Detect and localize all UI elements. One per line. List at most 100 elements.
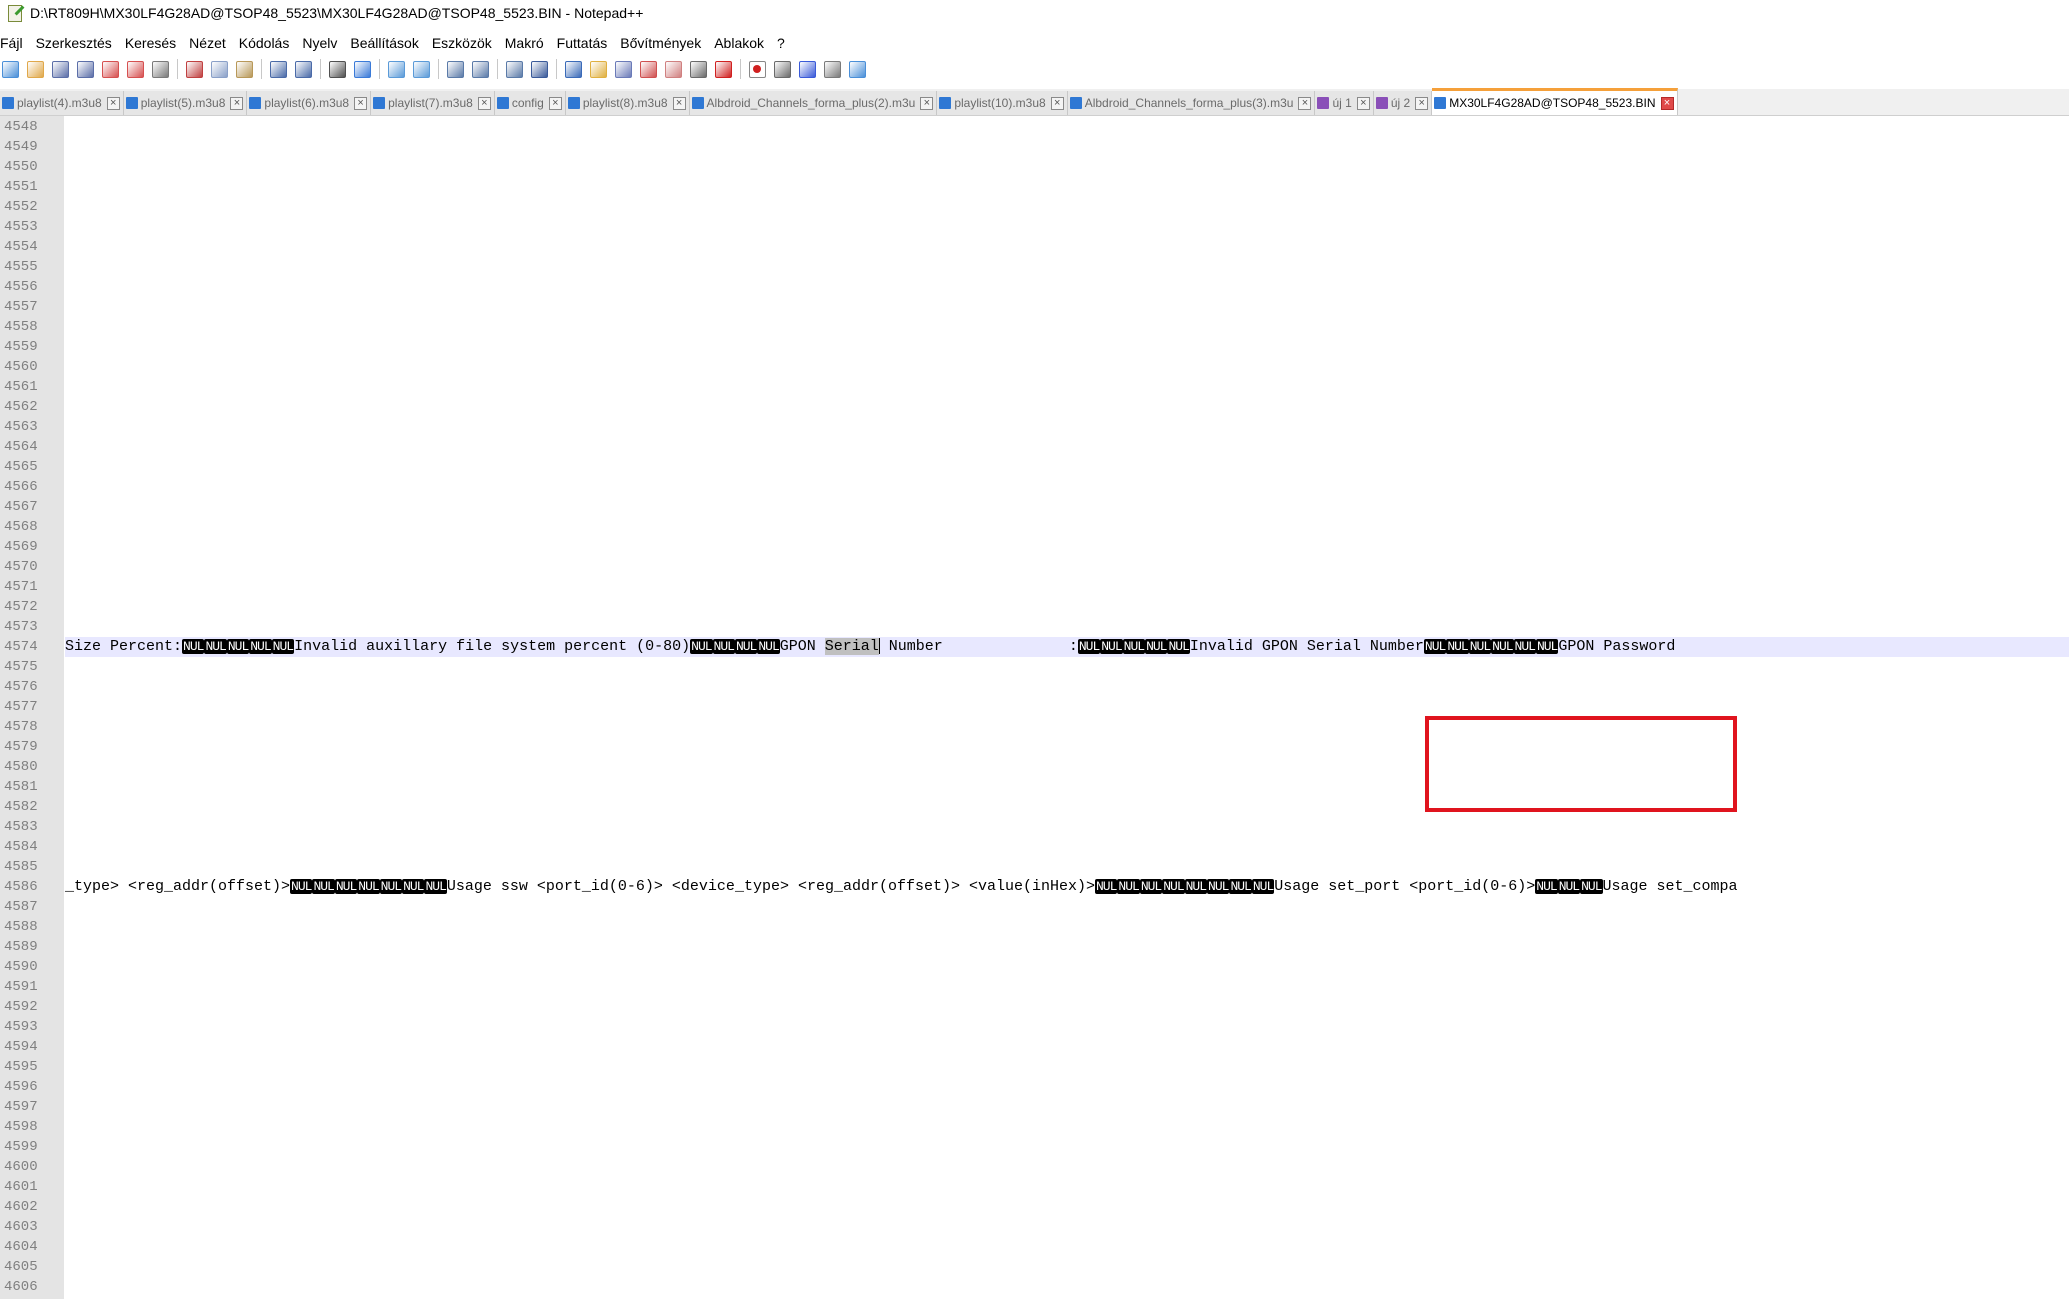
save-all-button[interactable] bbox=[75, 59, 95, 79]
nul-control-char: NUL bbox=[1229, 879, 1252, 894]
nul-control-char: NUL bbox=[1468, 639, 1491, 654]
line-number: 4571 bbox=[4, 579, 38, 595]
tab-10[interactable]: új 2 × bbox=[1373, 91, 1433, 115]
cut-button[interactable] bbox=[184, 59, 204, 79]
menu-item-4[interactable]: Kódolás bbox=[239, 35, 297, 51]
find-button[interactable] bbox=[327, 59, 347, 79]
menu-item-10[interactable]: Bővítmények bbox=[620, 35, 708, 51]
file-icon bbox=[1434, 97, 1447, 109]
nul-control-char: NUL bbox=[1513, 639, 1536, 654]
tab-close-icon[interactable]: × bbox=[548, 96, 562, 110]
line-number: 4599 bbox=[4, 1139, 38, 1155]
menu-item-8[interactable]: Makró bbox=[505, 35, 551, 51]
menu-item-1[interactable]: Szerkesztés bbox=[36, 35, 119, 51]
tab-close-icon[interactable]: × bbox=[672, 96, 686, 110]
undo-button[interactable] bbox=[268, 59, 288, 79]
menu-item-11[interactable]: Ablakok bbox=[714, 35, 771, 51]
tab-close-icon[interactable]: × bbox=[1415, 96, 1429, 110]
nul-control-char: NUL bbox=[1139, 879, 1162, 894]
tab-7[interactable]: playlist(10).m3u8 × bbox=[937, 91, 1068, 115]
tab-6[interactable]: Albdroid_Channels_forma_plus(2).m3u × bbox=[689, 91, 938, 115]
tab-close-icon[interactable]: × bbox=[477, 96, 491, 110]
tab-close-icon[interactable]: × bbox=[1298, 96, 1312, 110]
paste-button[interactable] bbox=[234, 59, 254, 79]
menu-item-5[interactable]: Nyelv bbox=[302, 35, 344, 51]
record-macro-button[interactable] bbox=[747, 59, 767, 79]
tab-0[interactable]: playlist(4).m3u8 × bbox=[0, 91, 124, 115]
editor-pane[interactable]: 4548 4549 4550 4551 4552 4553 4554 4555 4556 4557… bbox=[0, 116, 2069, 1299]
line-number: 4586 bbox=[4, 879, 38, 895]
text-segment: Size Percent: bbox=[65, 638, 183, 655]
tab-9[interactable]: új 1 × bbox=[1315, 91, 1374, 115]
replace-button[interactable] bbox=[352, 59, 372, 79]
tab-4[interactable]: config × bbox=[494, 91, 566, 115]
stop-macro-button[interactable] bbox=[772, 59, 792, 79]
run-macro-multiple-button[interactable] bbox=[822, 59, 842, 79]
print-icon bbox=[151, 60, 169, 78]
line-number: 4581 bbox=[4, 779, 38, 795]
tab-close-icon[interactable]: × bbox=[1660, 96, 1674, 110]
tab-3[interactable]: playlist(7).m3u8 × bbox=[371, 91, 495, 115]
folder-workspace-icon bbox=[664, 60, 682, 78]
text-area[interactable]: Size Percent:NUL NUL NUL NUL NULInvalid auxi… bbox=[65, 116, 2069, 1299]
text-line-4574[interactable]: Size Percent:NUL NUL NUL NUL NULInvalid auxi… bbox=[65, 637, 2069, 657]
sync-vertical-button[interactable] bbox=[445, 59, 465, 79]
indent-guide-button[interactable] bbox=[563, 59, 583, 79]
save-macro-button[interactable] bbox=[847, 59, 867, 79]
tab-5[interactable]: playlist(8).m3u8 × bbox=[565, 91, 690, 115]
tab-close-icon[interactable]: × bbox=[1356, 96, 1370, 110]
line-number: 4598 bbox=[4, 1119, 38, 1135]
line-number: 4593 bbox=[4, 1019, 38, 1035]
play-macro-button[interactable] bbox=[797, 59, 817, 79]
zoom-in-button[interactable] bbox=[386, 59, 406, 79]
menu-item-6[interactable]: Beállítások bbox=[350, 35, 425, 51]
tab-close-icon[interactable]: × bbox=[106, 96, 120, 110]
nul-control-char: NUL bbox=[1162, 879, 1185, 894]
nul-control-char: NUL bbox=[204, 639, 227, 654]
toolbar-separator bbox=[740, 59, 741, 79]
toolbar bbox=[0, 56, 2069, 82]
monitor-button[interactable] bbox=[713, 59, 733, 79]
word-wrap-button[interactable] bbox=[504, 59, 524, 79]
record-macro-icon bbox=[748, 60, 766, 78]
menu-item-12[interactable]: ? bbox=[777, 35, 792, 51]
new-file-button[interactable] bbox=[0, 59, 20, 79]
line-number: 4556 bbox=[4, 279, 38, 295]
tab-11[interactable]: MX30LF4G28AD@TSOP48_5523.BIN × bbox=[1432, 88, 1678, 115]
sync-horizontal-button[interactable] bbox=[470, 59, 490, 79]
tab-close-icon[interactable]: × bbox=[920, 96, 934, 110]
line-number: 4570 bbox=[4, 559, 38, 575]
folder-workspace-button[interactable] bbox=[663, 59, 683, 79]
udl-button[interactable] bbox=[588, 59, 608, 79]
tab-close-icon[interactable]: × bbox=[230, 96, 244, 110]
doc-map-button[interactable] bbox=[613, 59, 633, 79]
line-number: 4603 bbox=[4, 1219, 38, 1235]
file-icon bbox=[691, 97, 704, 109]
toolbar-separator bbox=[177, 59, 178, 79]
line-number: 4548 bbox=[4, 119, 38, 135]
menu-item-2[interactable]: Keresés bbox=[125, 35, 183, 51]
line-number: 4550 bbox=[4, 159, 38, 175]
redo-button[interactable] bbox=[293, 59, 313, 79]
open-file-button[interactable] bbox=[25, 59, 45, 79]
menu-item-0[interactable]: Fájl bbox=[0, 35, 30, 51]
menu-item-9[interactable]: Futtatás bbox=[557, 35, 615, 51]
tab-8[interactable]: Albdroid_Channels_forma_plus(3).m3u × bbox=[1067, 91, 1316, 115]
text-line-4586[interactable]: _type> <reg_addr(offset)>NUL NUL NUL NUL NUL… bbox=[65, 877, 2069, 897]
print-button[interactable] bbox=[150, 59, 170, 79]
save-button[interactable] bbox=[50, 59, 70, 79]
highlight-annotation-box bbox=[1425, 716, 1737, 812]
close-button[interactable] bbox=[100, 59, 120, 79]
tab-close-icon[interactable]: × bbox=[1050, 96, 1064, 110]
close-all-button[interactable] bbox=[125, 59, 145, 79]
menu-item-7[interactable]: Eszközök bbox=[432, 35, 499, 51]
zoom-out-button[interactable] bbox=[411, 59, 431, 79]
copy-button[interactable] bbox=[209, 59, 229, 79]
show-all-chars-button[interactable] bbox=[529, 59, 549, 79]
tab-close-icon[interactable]: × bbox=[354, 96, 368, 110]
tab-2[interactable]: playlist(6).m3u8 × bbox=[247, 91, 372, 115]
menu-item-3[interactable]: Nézet bbox=[189, 35, 233, 51]
function-list-button[interactable] bbox=[638, 59, 658, 79]
tab-1[interactable]: playlist(5).m3u8 × bbox=[123, 91, 248, 115]
folder-button[interactable] bbox=[688, 59, 708, 79]
